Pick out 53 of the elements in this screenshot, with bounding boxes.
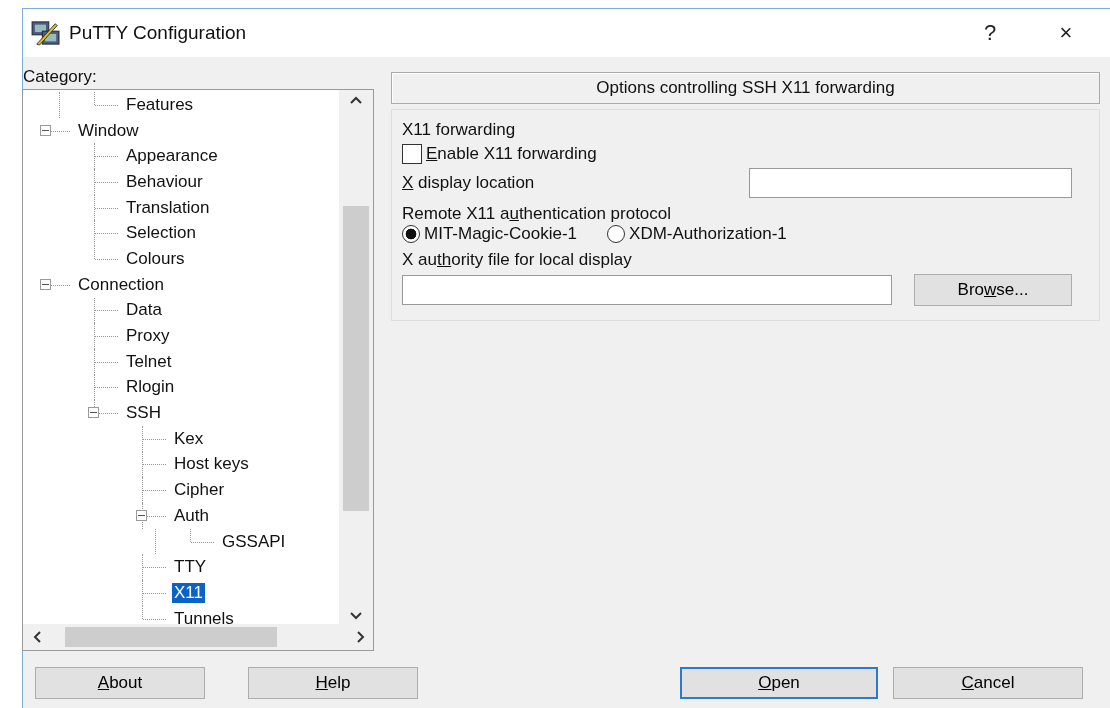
- tree-item[interactable]: Connection: [76, 274, 166, 295]
- scroll-left-icon[interactable]: [33, 631, 41, 643]
- collapse-icon[interactable]: [88, 407, 99, 419]
- help-button[interactable]: ?: [958, 13, 1022, 53]
- scroll-up-icon[interactable]: [350, 96, 362, 104]
- collapse-icon[interactable]: [40, 124, 51, 136]
- close-button[interactable]: ×: [1034, 13, 1098, 53]
- category-label: Category:: [23, 67, 98, 87]
- dialog-button[interactable]: About: [35, 667, 205, 699]
- vertical-scrollbar[interactable]: [339, 90, 373, 624]
- radio-option[interactable]: XDM-Authorization-1: [607, 224, 787, 244]
- tree-item[interactable]: Translation: [124, 197, 212, 218]
- tree-item[interactable]: Data: [124, 300, 164, 321]
- field-label: Remote X11 authentication protocol: [402, 204, 673, 224]
- horizontal-scrollbar[interactable]: [23, 624, 373, 650]
- tree-item[interactable]: Behaviour: [124, 171, 205, 192]
- computer-icon: [31, 20, 61, 46]
- window-title: PuTTY Configuration: [69, 22, 247, 44]
- tree-item[interactable]: Tunnels: [172, 608, 236, 624]
- panel-header: Options controlling SSH X11 forwarding: [391, 72, 1100, 104]
- field-label: X authority file for local display: [402, 250, 633, 270]
- field-label: X display location: [402, 173, 535, 193]
- tree-item[interactable]: Auth: [172, 505, 211, 526]
- tree-item[interactable]: Proxy: [124, 326, 172, 347]
- tree-item[interactable]: GSSAPI: [220, 531, 288, 552]
- scroll-down-icon[interactable]: [350, 612, 362, 620]
- dialog-button[interactable]: Open: [680, 667, 878, 699]
- tree-item[interactable]: Kex: [172, 428, 206, 449]
- tree-item[interactable]: Telnet: [124, 351, 174, 372]
- scrollbar-thumb[interactable]: [343, 206, 369, 511]
- radio-option[interactable]: MIT-Magic-Cookie-1: [402, 224, 578, 244]
- tree-item[interactable]: Colours: [124, 248, 187, 269]
- tree-item[interactable]: Host keys: [172, 454, 251, 475]
- scroll-right-icon[interactable]: [357, 631, 365, 643]
- dialog-button[interactable]: Cancel: [893, 667, 1083, 699]
- collapse-icon[interactable]: [136, 509, 147, 521]
- browse-button[interactable]: Browse...: [914, 274, 1072, 306]
- tree-item[interactable]: Cipher: [172, 480, 227, 501]
- tree-item[interactable]: TTY: [172, 557, 209, 578]
- tree-item[interactable]: Rlogin: [124, 377, 177, 398]
- tree-item[interactable]: Appearance: [124, 146, 220, 167]
- scrollbar-thumb[interactable]: [65, 627, 277, 647]
- authority-file-field[interactable]: [402, 275, 892, 305]
- collapse-icon[interactable]: [40, 278, 51, 290]
- group-title: X11 forwarding: [402, 120, 517, 140]
- enable-checkbox[interactable]: Enable X11 forwarding: [402, 144, 597, 164]
- dialog-button[interactable]: Help: [248, 667, 418, 699]
- tree-item[interactable]: SSH: [124, 403, 163, 424]
- tree-item[interactable]: Features: [124, 94, 196, 115]
- display-location-field[interactable]: [749, 168, 1072, 198]
- tree-item[interactable]: Window: [76, 120, 141, 141]
- tree-item[interactable]: Selection: [124, 223, 198, 244]
- tree-item[interactable]: X11: [172, 582, 205, 603]
